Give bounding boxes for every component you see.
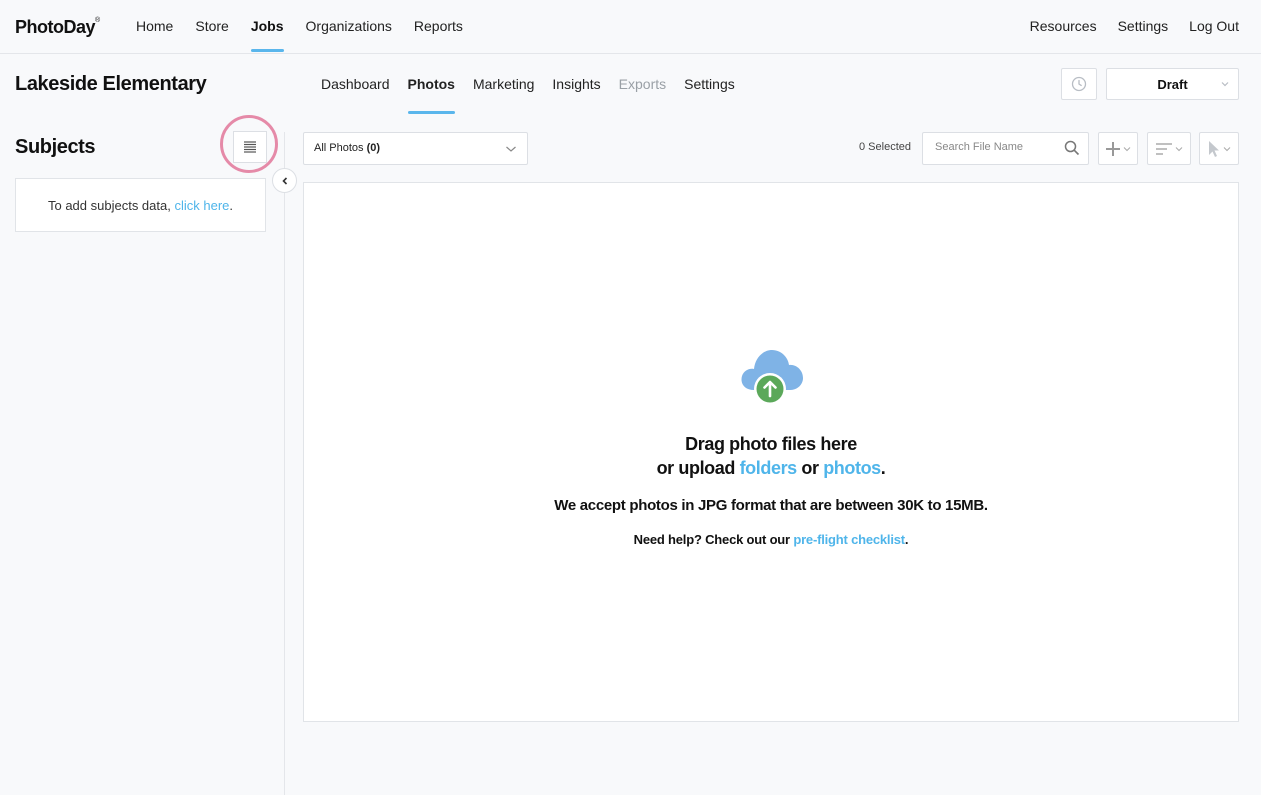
photo-dropzone[interactable]: Drag photo files here or upload folders …: [303, 182, 1239, 722]
job-status-value: Draft: [1157, 77, 1188, 92]
tab-settings[interactable]: Settings: [684, 60, 735, 114]
account-nav: Resources Settings Log Out: [1009, 0, 1239, 54]
collapse-sidebar-button[interactable]: [272, 168, 297, 193]
photoday-logo[interactable]: PhotoDay®: [15, 17, 100, 38]
chevron-left-icon: [281, 176, 287, 185]
add-subjects-link[interactable]: click here: [174, 198, 229, 213]
upload-photos-link[interactable]: photos: [823, 458, 881, 478]
subjects-title: Subjects: [15, 136, 96, 158]
nav-resources[interactable]: Resources: [1030, 0, 1097, 54]
dropzone-format-note: We accept photos in JPG format that are …: [554, 497, 988, 514]
nav-reports[interactable]: Reports: [414, 0, 463, 54]
top-navbar: PhotoDay® Home Store Jobs Organizations …: [0, 0, 1261, 54]
chevron-down-icon: [1175, 146, 1183, 151]
upload-folders-link[interactable]: folders: [740, 458, 798, 478]
subjects-empty-text: To add subjects data,: [47, 197, 175, 213]
preflight-checklist-link[interactable]: pre-flight checklist: [793, 532, 905, 547]
add-button[interactable]: [1098, 132, 1138, 165]
nav-home[interactable]: Home: [136, 0, 173, 54]
dropzone-help-line: Need help? Check out our pre-flight chec…: [633, 532, 909, 547]
job-tabs: Dashboard Photos Marketing Insights Expo…: [321, 60, 753, 114]
cloud-upload-icon: [741, 350, 803, 405]
tab-marketing[interactable]: Marketing: [473, 60, 534, 114]
photo-filter-select[interactable]: All Photos (0): [303, 132, 528, 165]
select-mode-button[interactable]: [1199, 132, 1239, 165]
search-icon[interactable]: [1064, 140, 1080, 156]
dropzone-heading: Drag photo files here: [685, 434, 857, 454]
plus-icon: [1106, 141, 1120, 156]
chevron-down-icon: [506, 146, 516, 152]
tab-photos[interactable]: Photos: [407, 60, 456, 114]
sort-icon: [1156, 142, 1172, 155]
cursor-icon: [1209, 140, 1219, 157]
sidebar-divider: [284, 132, 285, 795]
job-title: Lakeside Elementary: [15, 73, 207, 95]
chevron-down-icon: [1123, 146, 1131, 151]
highlight-ring: [220, 115, 278, 173]
search-field[interactable]: [922, 132, 1089, 165]
tab-insights[interactable]: Insights: [552, 60, 600, 114]
subjects-empty-state: To add subjects data, click here.: [15, 178, 266, 232]
dropzone-upload-line: or upload folders or photos.: [656, 458, 886, 478]
search-input[interactable]: [935, 141, 1055, 153]
sort-button[interactable]: [1147, 132, 1191, 165]
nav-jobs[interactable]: Jobs: [250, 0, 284, 54]
main-nav: Home Store Jobs Organizations Reports: [136, 0, 485, 54]
chevron-down-icon: [1223, 146, 1231, 151]
job-status-select[interactable]: Draft: [1106, 68, 1239, 100]
nav-organizations[interactable]: Organizations: [306, 0, 392, 54]
filter-count: (0): [366, 142, 381, 154]
selected-count: 0 Selected: [859, 141, 911, 153]
nav-settings[interactable]: Settings: [1118, 0, 1169, 54]
filter-label: All Photos: [314, 142, 367, 154]
tab-exports: Exports: [618, 76, 667, 92]
chevron-down-icon: [1221, 82, 1229, 87]
tab-dashboard[interactable]: Dashboard: [321, 60, 390, 114]
nav-store[interactable]: Store: [195, 0, 228, 54]
clock-icon: [1071, 76, 1087, 92]
history-button[interactable]: [1061, 68, 1097, 100]
nav-logout[interactable]: Log Out: [1189, 0, 1239, 54]
